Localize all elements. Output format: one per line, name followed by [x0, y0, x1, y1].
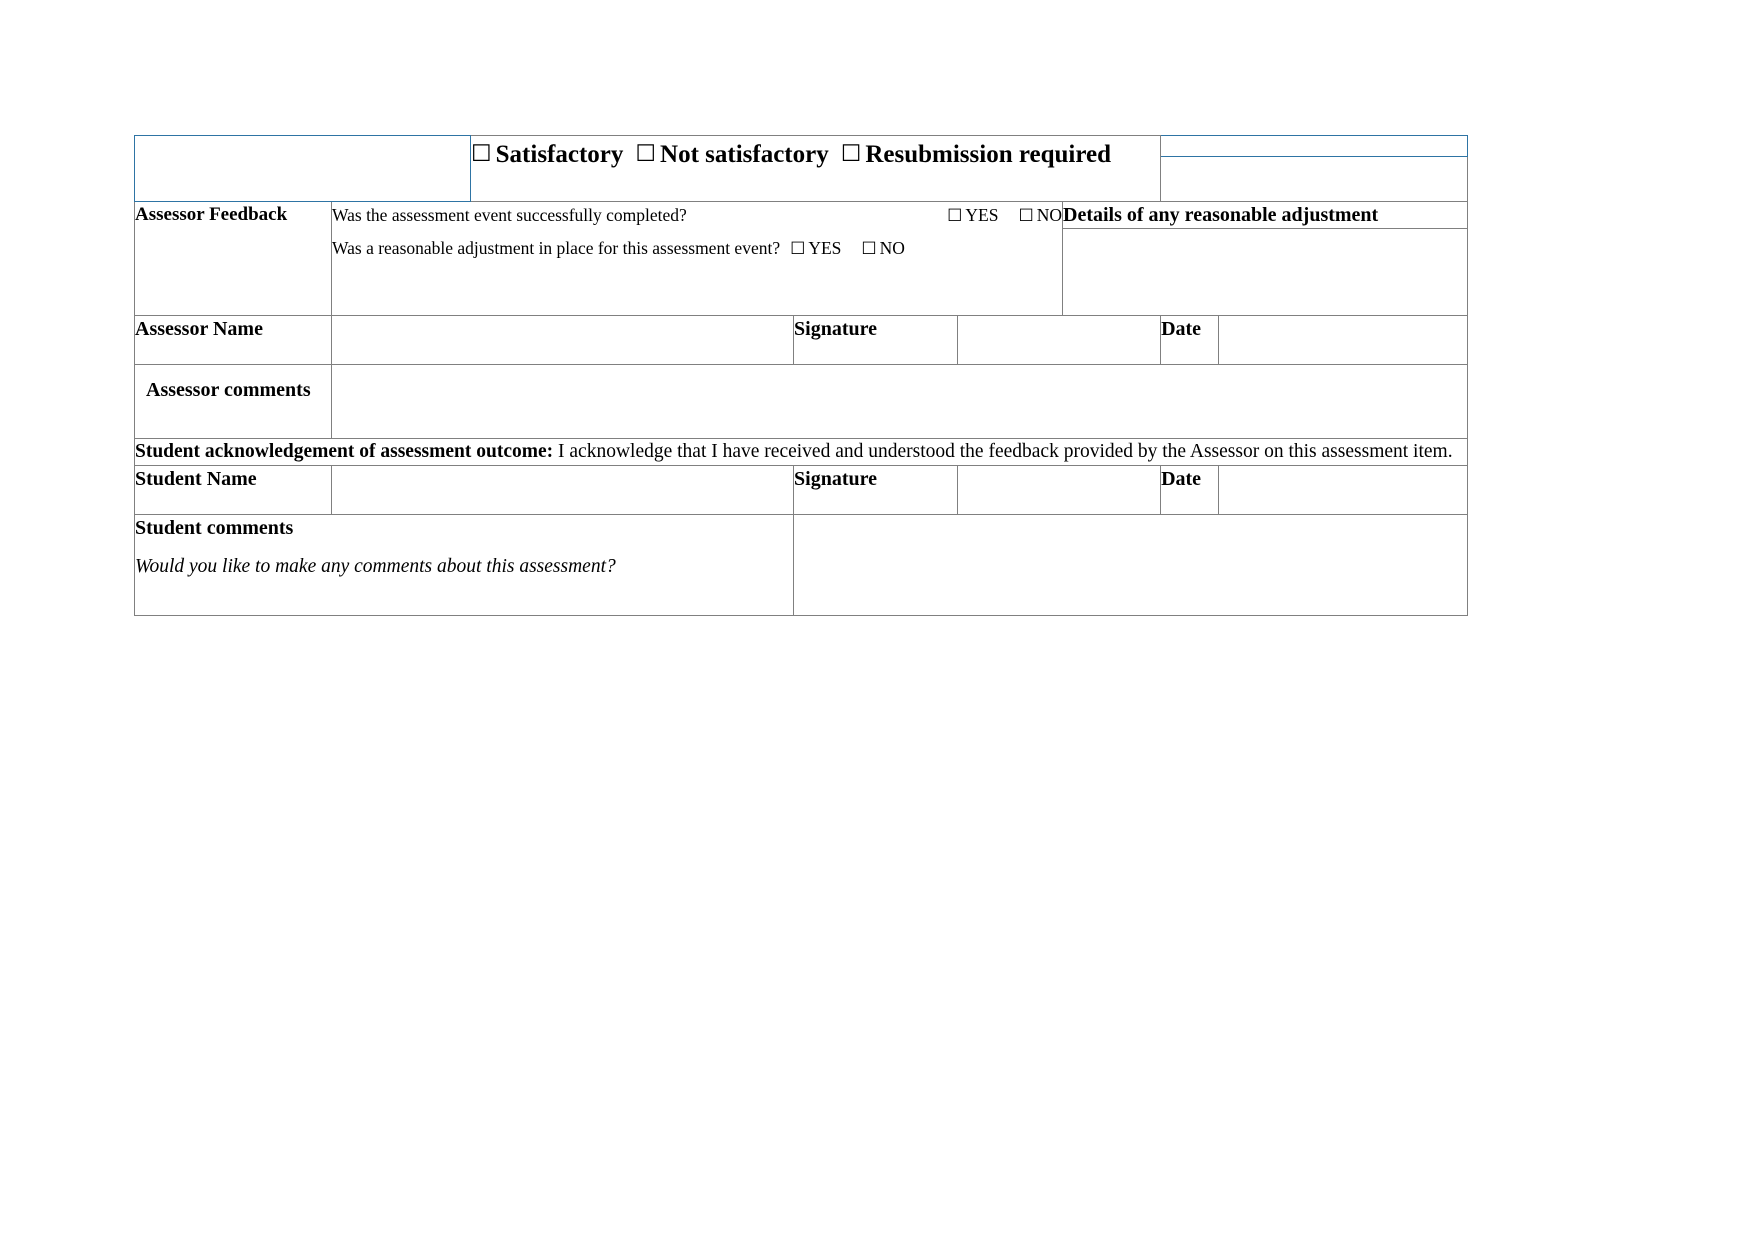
form-table: Assessment Outcome (submission 1) ☐ Satis… — [133, 134, 1469, 617]
assessment-outcome-form: Assessment Outcome (submission 1) ☐ Satis… — [133, 134, 1469, 617]
assessor-comments-row: Assessor comments — [134, 364, 1469, 440]
label-completed-yes: YES — [965, 205, 999, 226]
student-signature-label: Signature — [793, 465, 959, 516]
adjustment-header-row: Assessor Feedback Was the assessment eve… — [134, 201, 1469, 317]
assessor-comments-label: Assessor comments — [134, 364, 332, 440]
checkbox-icon-not-satisfactory[interactable]: ☐ — [635, 136, 656, 172]
student-acknowledgement-row: Student acknowledgement of assessment ou… — [133, 438, 1469, 467]
outcome-options-cell: ☐ Satisfactory ☐ Not satisfactory ☐ Resubmiss… — [470, 134, 1162, 203]
outcome-row: Assessment Outcome (submission 1) ☐ Satis… — [133, 134, 1469, 203]
assessor-comments-input[interactable] — [330, 364, 1469, 440]
student-date-label: Date — [1160, 465, 1220, 516]
checkbox-icon-completed-no[interactable]: ☐ — [1018, 203, 1033, 229]
assessment-outcome-label: Assessment Outcome (submission 1) — [133, 134, 472, 203]
assessor-signature-input[interactable] — [957, 315, 1162, 366]
student-comments-label-cell: Student comments Would you like to make … — [133, 514, 795, 617]
assessor-signature-label: Signature — [793, 315, 959, 366]
question-completed: Was the assessment event successfully co… — [332, 202, 1062, 229]
adjustment-details-header: Details of any reasonable adjustment — [1062, 201, 1469, 230]
student-name-row: Student Name Signature Date — [134, 465, 1469, 516]
student-comments-prompt: Would you like to make any comments abou… — [135, 556, 616, 578]
question-adjustment: Was a reasonable adjustment in place for… — [332, 235, 1062, 262]
option-label-satisfactory: Satisfactory — [495, 141, 624, 168]
student-comments-label: Student comments — [135, 517, 294, 540]
label-completed-no: NO — [1036, 205, 1063, 226]
assessor-name-row: Assessor Name Signature Date — [134, 315, 1469, 366]
checkbox-icon-adjustment-no[interactable]: ☐ — [861, 236, 876, 262]
option-resubmission-required[interactable]: ☐ Resubmission required — [841, 141, 1111, 168]
checkbox-icon-completed-yes[interactable]: ☐ — [947, 203, 962, 229]
student-acknowledgement-heading: Student acknowledgement of assessment ou… — [135, 441, 554, 463]
assessor-date-input[interactable] — [1218, 315, 1469, 366]
checkbox-icon-adjustment-yes[interactable]: ☐ — [790, 236, 805, 262]
resubmission-due-date-header: RESUBMISSION DUE DATE — [1160, 134, 1469, 158]
question-adjustment-text: Was a reasonable adjustment in place for… — [332, 238, 781, 259]
label-adjustment-no: NO — [879, 238, 905, 259]
option-not-satisfactory[interactable]: ☐ Not satisfactory — [635, 141, 828, 168]
student-signature-input[interactable] — [957, 465, 1162, 516]
student-name-input[interactable] — [330, 465, 795, 516]
label-adjustment-yes: YES — [808, 238, 842, 259]
student-date-input[interactable] — [1218, 465, 1469, 516]
checkbox-icon-satisfactory[interactable]: ☐ — [471, 136, 492, 172]
assessor-name-label: Assessor Name — [134, 315, 332, 366]
option-label-not-satisfactory: Not satisfactory — [660, 141, 829, 168]
student-acknowledgement-text: Student acknowledgement of assessment ou… — [133, 438, 1469, 467]
student-comments-row: Student comments Would you like to make … — [133, 514, 1469, 617]
student-comments-input[interactable] — [793, 514, 1469, 617]
assessor-feedback-questions: Was the assessment event successfully co… — [330, 201, 1064, 317]
question-adjustment-answers: ☐ YES ☐ NO — [790, 235, 905, 262]
question-completed-answers: ☐ YES ☐ NO — [947, 202, 1062, 229]
option-label-resubmission-required: Resubmission required — [865, 141, 1111, 168]
question-completed-text: Was the assessment event successfully co… — [332, 205, 687, 226]
assessor-name-input[interactable] — [330, 315, 795, 366]
assessor-feedback-label: Assessor Feedback — [134, 201, 332, 317]
student-acknowledgement-body: I acknowledge that I have received and u… — [553, 441, 1453, 463]
option-satisfactory[interactable]: ☐ Satisfactory — [471, 141, 623, 168]
checkbox-icon-resubmission-required[interactable]: ☐ — [841, 136, 862, 172]
resubmission-due-date-field[interactable] — [1160, 156, 1469, 203]
adjustment-details-field[interactable] — [1062, 228, 1469, 317]
student-name-label: Student Name — [134, 465, 332, 516]
assessor-date-label: Date — [1160, 315, 1220, 366]
